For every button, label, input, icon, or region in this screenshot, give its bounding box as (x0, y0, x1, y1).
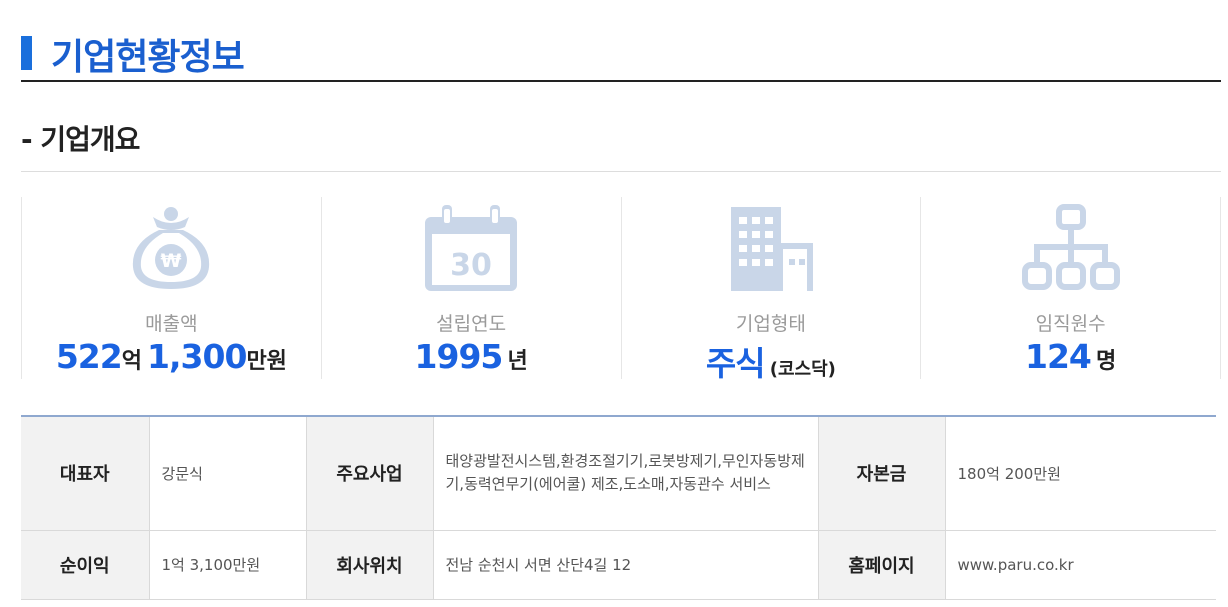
location-value: 전남 순천시 서면 산단4길 12 (433, 530, 819, 600)
founded-year-value: 1995 (414, 337, 504, 376)
stat-label: 기업형태 (735, 313, 806, 335)
overview-stats: ₩ 매출액 522억 1,300만원 30 설립연도 1995 년 기업형태 주… (21, 197, 1221, 383)
homepage-label: 홈페이지 (818, 530, 946, 600)
stat-label: 설립연도 (436, 313, 507, 335)
stat-label: 임직원수 (1035, 313, 1106, 335)
table-row: 순이익 1억 3,100만원 회사위치 전남 순천시 서면 산단4길 12 홈페… (21, 530, 1216, 600)
svg-text:₩: ₩ (161, 250, 182, 272)
revenue-man-value: 1,300 (147, 337, 247, 376)
stat-revenue: ₩ 매출액 522억 1,300만원 (21, 197, 321, 379)
revenue-man-unit: 만원 (246, 349, 287, 374)
capital-label: 자본금 (818, 416, 946, 531)
table-row: 대표자 강문식 주요사업 태양광발전시스템,환경조절기기,로봇방제기,무인자동방… (21, 416, 1216, 531)
stat-label: 매출액 (145, 313, 198, 335)
stat-value: 124 명 (921, 337, 1220, 376)
company-type-value: 주식 (705, 344, 766, 383)
capital-value: 180억 200만원 (945, 416, 1216, 531)
location-label: 회사위치 (306, 530, 434, 600)
ceo-value: 강문식 (149, 416, 307, 531)
revenue-eok-value: 522 (55, 337, 123, 376)
stat-value: 1995 년 (322, 337, 621, 376)
company-info-table: 대표자 강문식 주요사업 태양광발전시스템,환경조절기기,로봇방제기,무인자동방… (21, 415, 1216, 600)
money-bag-icon: ₩ (133, 207, 210, 289)
homepage-link[interactable]: www.paru.co.kr (945, 530, 1216, 600)
stat-company-type: 기업형태 주식 (코스닥) (620, 197, 921, 383)
company-type-market: (코스닥) (769, 359, 836, 380)
employees-unit: 명 (1095, 349, 1117, 374)
stat-value: 주식 (코스닥) (622, 337, 921, 385)
employees-value: 124 (1025, 337, 1092, 376)
business-label: 주요사업 (306, 416, 434, 531)
calendar-day-text: 30 (450, 248, 492, 283)
founded-year-unit: 년 (507, 349, 528, 374)
business-value: 태양광발전시스템,환경조절기기,로봇방제기,무인자동방제기,동력연무기(에어쿨)… (433, 416, 819, 531)
page-header: 기업현황정보 (21, 26, 1221, 82)
section-title-overview: - 기업개요 (21, 123, 140, 156)
title-accent-bar (21, 36, 32, 70)
page-title: 기업현황정보 (51, 37, 245, 78)
section-divider (21, 171, 1221, 172)
building-icon (730, 207, 813, 291)
revenue-eok-unit: 억 (121, 349, 142, 374)
stat-employees: 임직원수 124 명 (920, 197, 1221, 379)
stat-founded: 30 설립연도 1995 년 (320, 197, 621, 379)
calendar-icon: 30 (425, 205, 518, 291)
net-income-value: 1억 3,100만원 (149, 530, 307, 600)
stat-value: 522억 1,300만원 (22, 337, 321, 376)
ceo-label: 대표자 (21, 416, 150, 531)
net-income-label: 순이익 (21, 530, 150, 600)
org-chart-icon (1021, 204, 1120, 290)
